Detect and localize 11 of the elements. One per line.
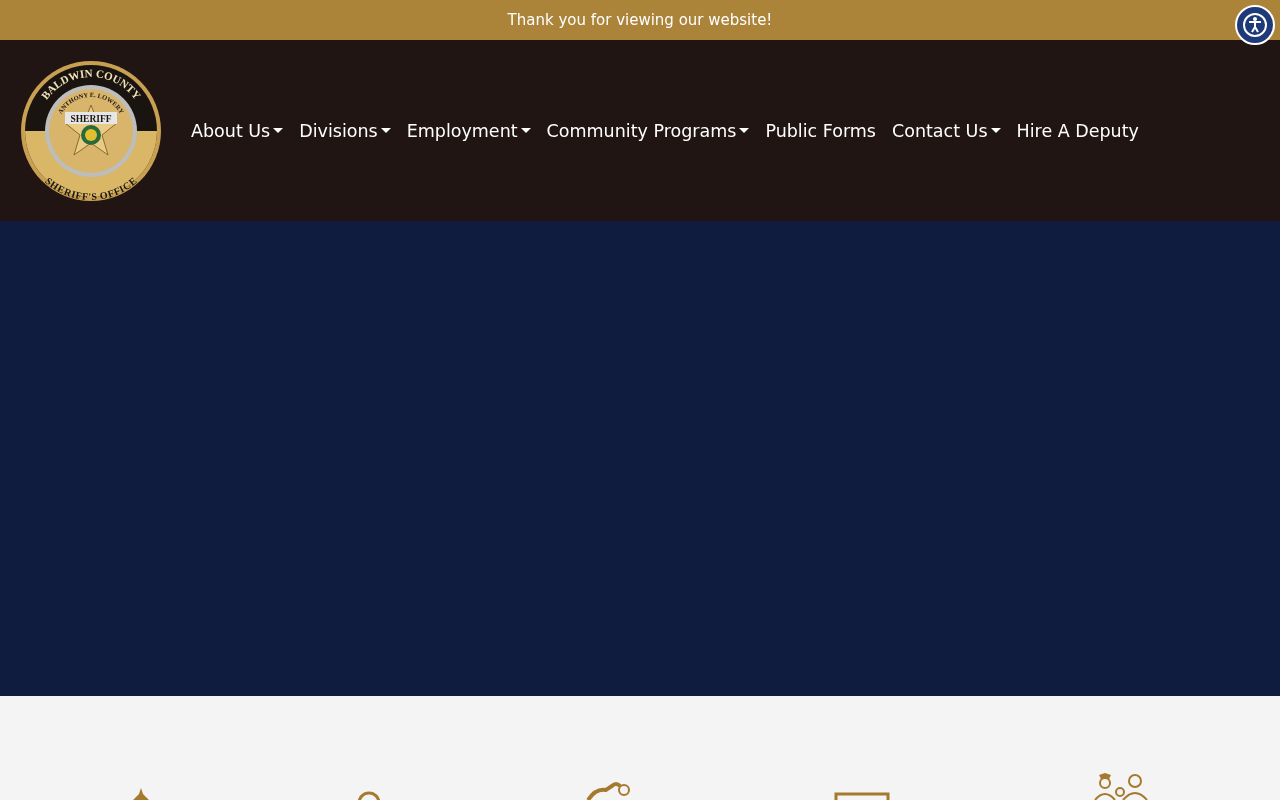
people-icon — [1092, 772, 1149, 800]
announcement-text: Thank you for viewing our website! — [507, 11, 773, 29]
nav-link[interactable]: About Us — [183, 120, 292, 141]
nav-link[interactable]: Community Programs — [538, 120, 758, 141]
nav-link[interactable]: Contact Us — [883, 120, 1009, 141]
nav-link[interactable]: Hire A Deputy — [1008, 120, 1147, 141]
nav-link[interactable]: Divisions — [291, 120, 399, 141]
accessibility-button[interactable] — [1235, 5, 1275, 45]
nav-link[interactable]: Public Forms — [757, 120, 884, 141]
nav-link[interactable]: Employment — [398, 120, 539, 141]
accessibility-icon — [1240, 10, 1270, 40]
